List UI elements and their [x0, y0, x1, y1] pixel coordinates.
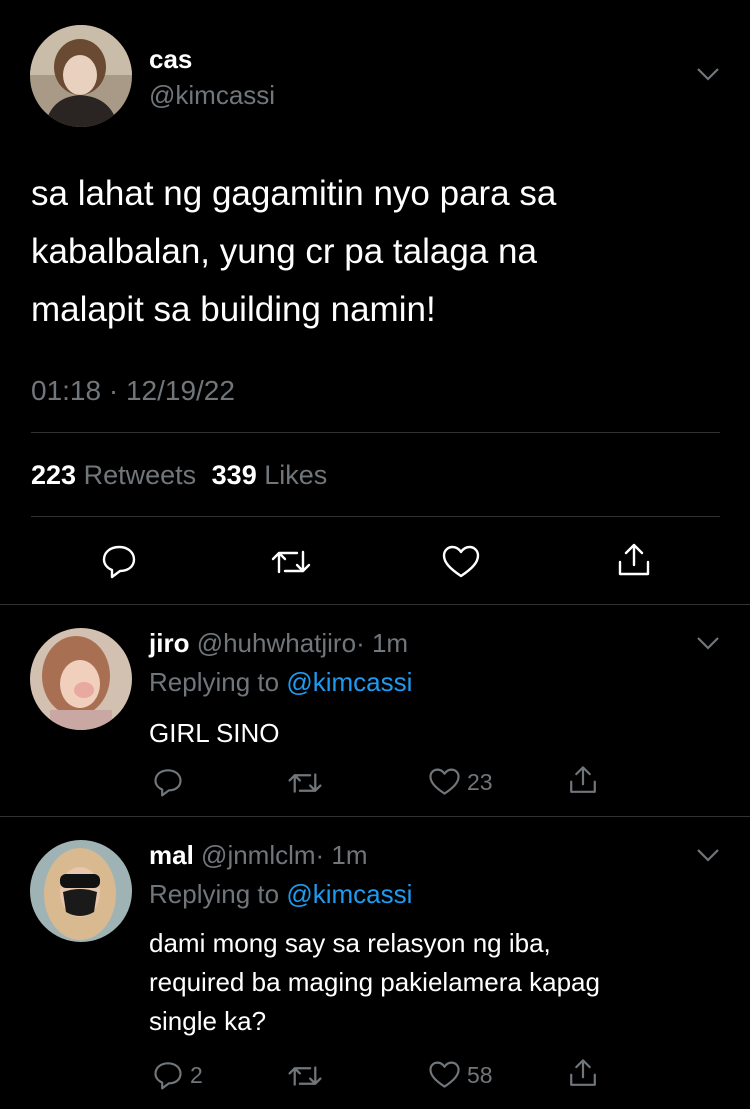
retweet-icon[interactable] — [287, 768, 323, 798]
reply-count: 2 — [190, 1061, 203, 1088]
reply-text-line: single ka? — [149, 1006, 267, 1036]
replying-to-label: Replying to — [149, 667, 280, 697]
like-count[interactable]: 339 — [212, 460, 257, 490]
chevron-down-icon[interactable] — [694, 845, 722, 865]
reply-header: jiro @huhwhatjiro· 1m — [149, 628, 408, 659]
tweet-stats: 223 Retweets 339 Likes — [31, 460, 327, 491]
avatar[interactable] — [30, 840, 132, 942]
like-label[interactable]: Likes — [264, 460, 327, 490]
reply-header: mal @jnmlclm· 1m — [149, 840, 368, 871]
chevron-down-icon[interactable] — [694, 64, 722, 84]
avatar[interactable] — [30, 628, 132, 730]
handle[interactable]: @kimcassi — [149, 80, 275, 111]
retweet-label[interactable]: Retweets — [84, 460, 197, 490]
display-name[interactable]: jiro — [149, 628, 189, 658]
replying-to-handle[interactable]: @kimcassi — [286, 667, 412, 697]
tweet-text-line: kabalbalan, yung cr pa talaga na — [31, 232, 537, 271]
reply-time[interactable]: · 1m — [316, 840, 368, 870]
divider — [0, 604, 750, 605]
share-icon[interactable] — [567, 1056, 599, 1090]
chevron-down-icon[interactable] — [694, 633, 722, 653]
display-name[interactable]: cas — [149, 44, 192, 75]
like-count: 23 — [467, 768, 493, 795]
share-icon[interactable] — [615, 540, 653, 580]
replying-to-label: Replying to — [149, 879, 280, 909]
replying-to: Replying to @kimcassi — [149, 879, 412, 910]
reply-text: GIRL SINO — [149, 714, 280, 753]
handle[interactable]: @jnmlclm — [201, 840, 316, 870]
retweet-icon[interactable] — [287, 1061, 323, 1091]
reply-text-line: dami mong say sa relasyon ng iba, — [149, 928, 551, 958]
divider — [31, 432, 720, 433]
replying-to-handle[interactable]: @kimcassi — [286, 879, 412, 909]
display-name[interactable]: mal — [149, 840, 194, 870]
like-icon[interactable] — [441, 544, 481, 580]
handle[interactable]: @huhwhatjiro — [197, 628, 356, 658]
reply-icon[interactable] — [152, 767, 190, 797]
reply-icon[interactable]: 2 — [152, 1060, 203, 1090]
divider — [0, 816, 750, 817]
reply-text: dami mong say sa relasyon ng iba, requir… — [149, 924, 600, 1041]
reply-icon[interactable] — [100, 543, 138, 579]
reply-text-line: GIRL SINO — [149, 718, 280, 748]
avatar[interactable] — [30, 25, 132, 127]
replying-to: Replying to @kimcassi — [149, 667, 412, 698]
tweet-text-line: malapit sa building namin! — [31, 290, 436, 329]
like-icon[interactable]: 23 — [428, 767, 493, 797]
tweet-text-line: sa lahat ng gagamitin nyo para sa — [31, 174, 557, 213]
share-icon[interactable] — [567, 763, 599, 797]
like-icon[interactable]: 58 — [428, 1060, 493, 1090]
reply-text-line: required ba maging pakielamera kapag — [149, 967, 600, 997]
retweet-count[interactable]: 223 — [31, 460, 76, 490]
divider — [31, 516, 720, 517]
like-count: 58 — [467, 1061, 493, 1088]
tweet-text: sa lahat ng gagamitin nyo para sa kabalb… — [31, 165, 556, 339]
timestamp[interactable]: 01:18 · 12/19/22 — [31, 375, 235, 407]
retweet-icon[interactable] — [270, 545, 312, 579]
reply-time[interactable]: · 1m — [356, 628, 408, 658]
